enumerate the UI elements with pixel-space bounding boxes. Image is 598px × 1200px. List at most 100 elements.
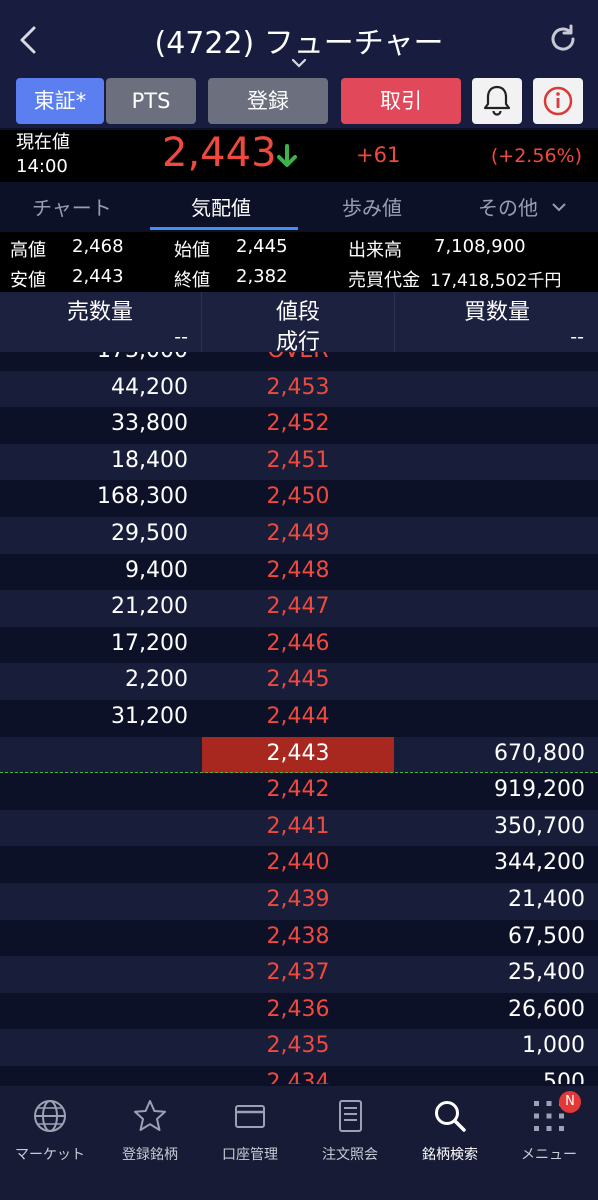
price-level[interactable]: 2,450 — [202, 484, 394, 509]
tab-chart[interactable]: チャート — [32, 192, 112, 221]
low-label: 安値 — [10, 270, 46, 291]
tosho-market-button[interactable]: 東証* — [16, 78, 104, 124]
high-value: 2,468 — [72, 236, 124, 257]
table-row[interactable]: 33,800 2,452 — [0, 407, 598, 444]
nav-search[interactable]: 銘柄検索 — [400, 1086, 500, 1176]
price-level[interactable]: 2,449 — [202, 521, 394, 546]
price-level[interactable]: 2,451 — [202, 448, 394, 473]
high-label: 高値 — [10, 240, 46, 261]
ask-quantity: 173,000 — [0, 352, 188, 363]
table-row[interactable]: 168,300 2,450 — [0, 480, 598, 517]
table-row[interactable]: 17,200 2,446 — [0, 626, 598, 664]
price-level[interactable]: 2,441 — [202, 814, 394, 839]
ask-quantity: 168,300 — [97, 484, 188, 510]
nav-menu[interactable]: N メニュー — [499, 1086, 598, 1176]
table-row[interactable]: 2,436 26,600 — [0, 992, 598, 1030]
price-level[interactable]: 2,453 — [202, 375, 394, 400]
price-level[interactable]: 2,439 — [202, 887, 394, 912]
nav-market[interactable]: マーケット — [0, 1086, 100, 1176]
nav-watchlist-label: 登録銘柄 — [122, 1147, 178, 1163]
price-level[interactable]: 2,435 — [202, 1033, 394, 1058]
price-level[interactable]: 2,438 — [202, 924, 394, 949]
star-icon — [134, 1100, 166, 1131]
table-row[interactable]: 173,000 OVER — [0, 352, 598, 371]
table-row[interactable]: 2,441 350,700 — [0, 809, 598, 847]
back-button[interactable] — [14, 22, 46, 58]
action-toolbar: 東証* PTS 登録 取引 — [0, 76, 598, 128]
table-row[interactable]: 2,200 2,445 — [0, 663, 598, 700]
column-divider — [394, 292, 395, 352]
price-level[interactable]: 2,443 — [202, 741, 394, 766]
bid-quantity: 500 — [543, 1070, 585, 1084]
bid-quantity: 670,800 — [494, 740, 585, 766]
price-level[interactable]: 2,452 — [202, 411, 394, 436]
globe-icon — [34, 1100, 66, 1132]
price-level[interactable]: 2,437 — [202, 960, 394, 985]
price-change-percent: (+2.56%) — [490, 145, 582, 167]
ask-quantity: 31,200 — [111, 704, 188, 729]
table-row[interactable]: 2,440 344,200 — [0, 846, 598, 883]
table-row[interactable]: 21,200 2,447 — [0, 590, 598, 627]
price-level[interactable]: OVER — [202, 352, 394, 363]
table-row[interactable]: 29,500 2,449 — [0, 517, 598, 554]
table-row[interactable]: 2,439 21,400 — [0, 883, 598, 920]
price-level[interactable]: 2,444 — [202, 704, 394, 729]
tab-order-book[interactable]: 気配値 — [191, 192, 251, 221]
table-row[interactable]: 2,438 67,500 — [0, 919, 598, 957]
table-row[interactable]: 44,200 2,453 — [0, 370, 598, 408]
info-button[interactable] — [533, 78, 583, 124]
order-book[interactable]: 173,000 OVER 44,200 2,453 33,800 2,452 18,400 2… — [0, 352, 598, 1084]
alert-button[interactable] — [472, 78, 522, 124]
chevron-down-icon[interactable] — [289, 55, 309, 69]
turnover-value: 17,418,502千円 — [430, 271, 562, 291]
table-row[interactable]: 18,400 2,451 — [0, 443, 598, 481]
close-label: 終値 — [174, 270, 210, 291]
ask-market-order: -- — [174, 326, 188, 348]
table-row[interactable]: 2,435 1,000 — [0, 1029, 598, 1066]
bid-quantity: 344,200 — [494, 850, 585, 876]
price-level[interactable]: 2,434 — [202, 1070, 394, 1084]
price-level[interactable]: 2,447 — [202, 594, 394, 619]
down-arrow-icon — [276, 143, 298, 169]
pts-market-button[interactable]: PTS — [106, 78, 196, 124]
price-level[interactable]: 2,442 — [202, 777, 394, 802]
bid-quantity: 1,000 — [522, 1033, 585, 1059]
price-level[interactable]: 2,436 — [202, 997, 394, 1022]
chevron-down-icon[interactable] — [551, 198, 567, 212]
nav-menu-label: メニュー — [521, 1147, 577, 1163]
tab-other[interactable]: その他 — [478, 192, 538, 221]
table-row[interactable]: 31,200 2,444 — [0, 700, 598, 737]
table-row[interactable]: 2,437 25,400 — [0, 956, 598, 993]
open-value: 2,445 — [236, 236, 288, 257]
current-price: 2,443 — [162, 130, 277, 176]
table-row[interactable]: 2,442 919,200 — [0, 773, 598, 810]
ask-quantity: 21,200 — [111, 594, 188, 620]
nav-account[interactable]: 口座管理 — [200, 1086, 300, 1176]
price-level[interactable]: 2,440 — [202, 850, 394, 875]
trade-button[interactable]: 取引 — [341, 78, 461, 124]
table-row[interactable]: 9,400 2,448 — [0, 553, 598, 591]
ask-column-header: 売数量 — [66, 300, 133, 325]
price-level[interactable]: 2,445 — [202, 667, 394, 692]
ask-quantity: 44,200 — [111, 374, 188, 400]
price-level[interactable]: 2,446 — [202, 631, 394, 656]
nav-watchlist[interactable]: 登録銘柄 — [100, 1086, 200, 1176]
refresh-button[interactable] — [546, 22, 580, 56]
nav-orders[interactable]: 注文照会 — [300, 1086, 400, 1176]
current-price-label: 現在値 — [16, 132, 70, 153]
price-column-header: 値段 — [275, 300, 320, 325]
low-value: 2,443 — [72, 266, 124, 287]
ask-quantity: 2,200 — [125, 667, 188, 693]
search-icon — [435, 1101, 466, 1132]
bell-icon — [483, 85, 511, 116]
current-price-row[interactable]: 2,443 670,800 — [0, 736, 598, 774]
table-row[interactable]: 2,434 500 — [0, 1066, 598, 1084]
price-level[interactable]: 2,448 — [202, 558, 394, 583]
active-tab-indicator — [150, 227, 298, 230]
register-button[interactable]: 登録 — [208, 78, 328, 124]
tab-trades[interactable]: 歩み値 — [342, 192, 402, 221]
ask-quantity: 17,200 — [111, 630, 188, 656]
card-icon — [235, 1105, 265, 1128]
chevron-left-icon — [20, 26, 36, 54]
open-label: 始値 — [174, 240, 210, 261]
